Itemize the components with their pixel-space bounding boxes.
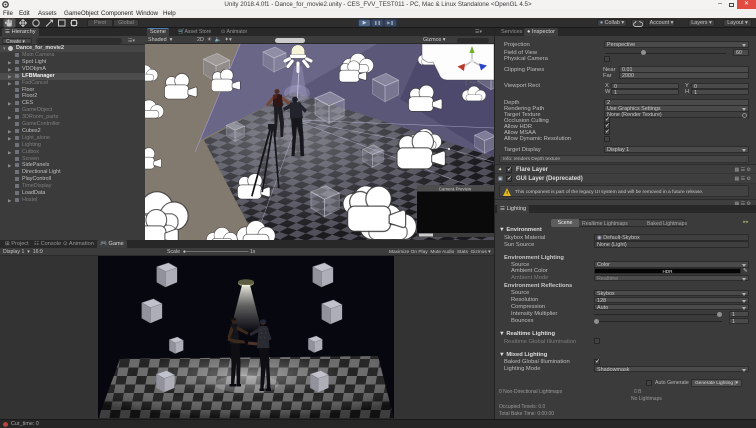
svg-text:Camera Preview: Camera Preview	[439, 186, 472, 191]
